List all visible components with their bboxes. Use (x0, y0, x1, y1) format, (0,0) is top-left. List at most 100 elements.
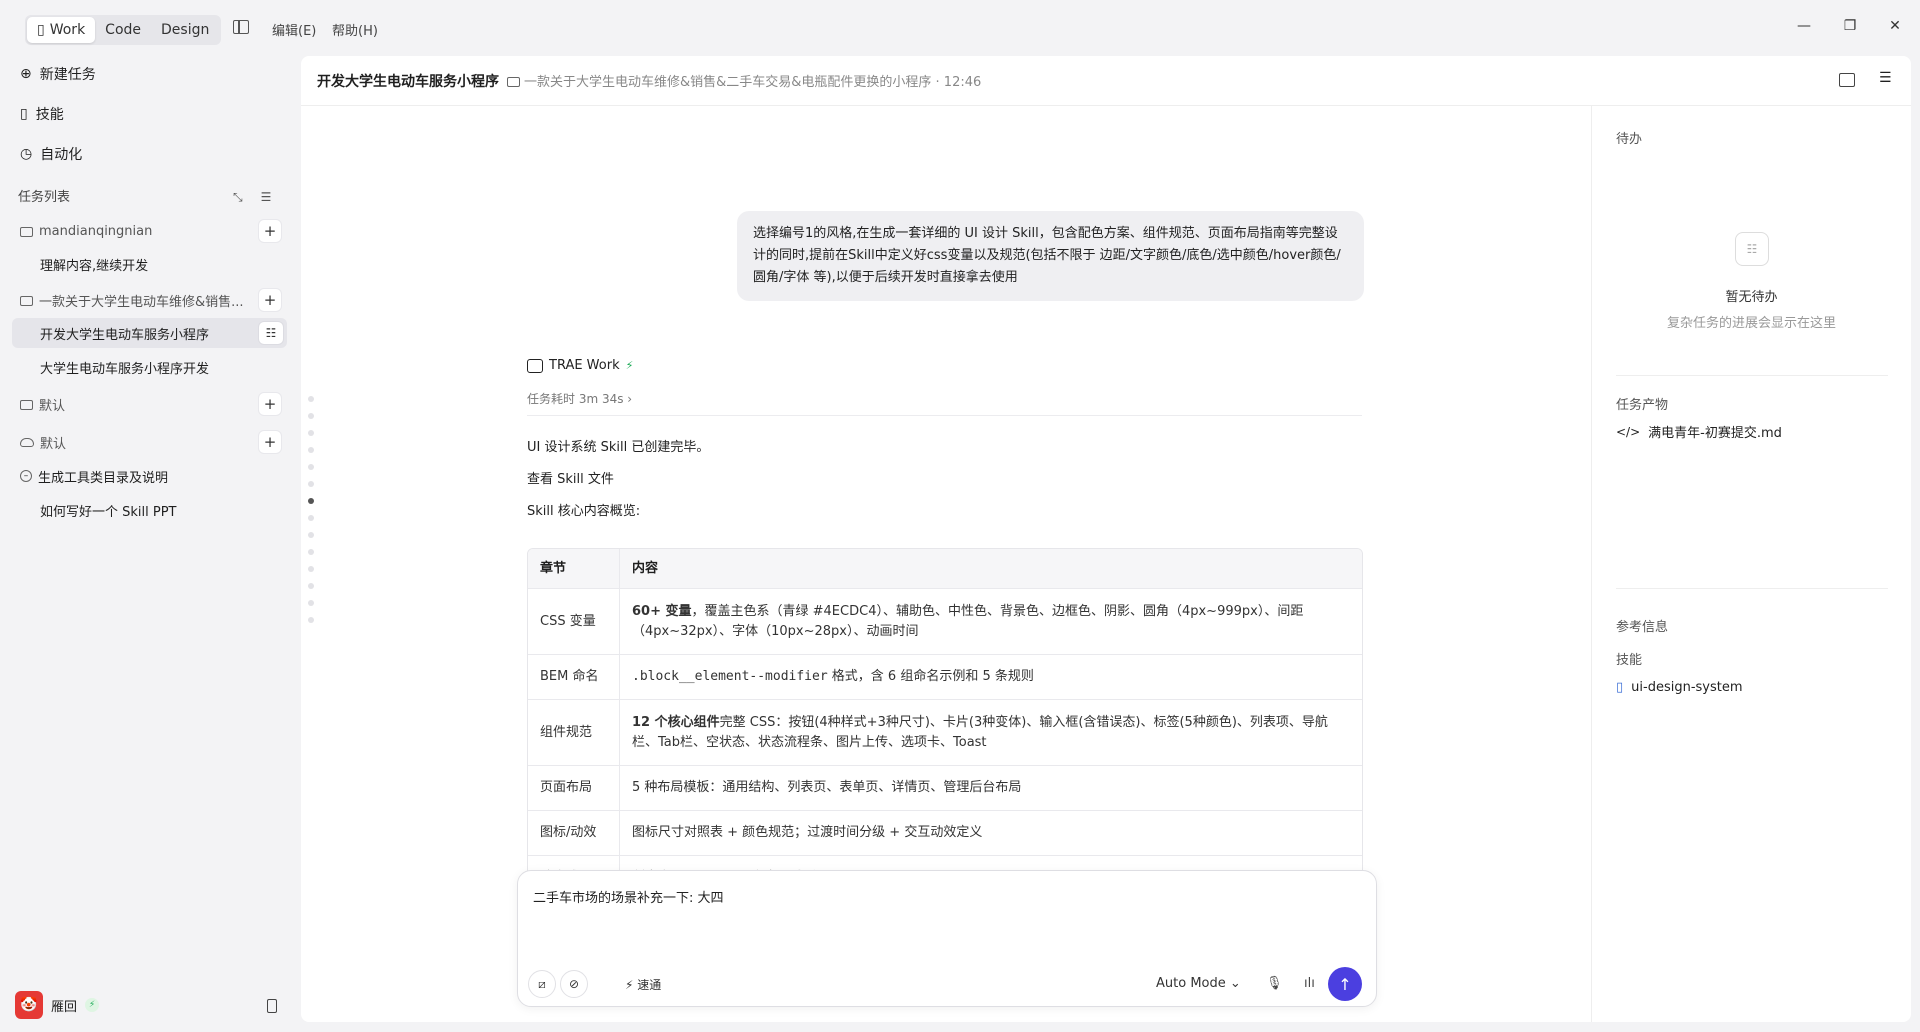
task-item[interactable]: 大学生电动车服务小程序开发 (12, 352, 287, 382)
book-icon: ▯ (1616, 680, 1624, 695)
mobile-icon[interactable] (267, 999, 277, 1013)
mode-code-label: Code (105, 22, 142, 38)
group-mandianqingnian[interactable]: mandianqingnian + (12, 216, 287, 246)
voice-wave-icon[interactable]: ılı (1304, 976, 1315, 991)
terminal-icon[interactable] (1839, 73, 1855, 87)
cloud-icon (20, 437, 34, 447)
view-skill-link[interactable]: 查看 Skill 文件 (527, 468, 614, 487)
cell-bold: 12 个核心组件 (632, 714, 720, 730)
cell-content: .block__element--modifier 格式，含 6 组命名示例和 … (620, 655, 1362, 700)
scroll-dot[interactable] (308, 396, 314, 402)
scroll-dot[interactable] (308, 447, 314, 453)
empty-title: 暂无待办 (1725, 290, 1778, 305)
mode-design-button[interactable]: Design (151, 17, 219, 43)
cell-content: 5 种布局模板：通用结构、列表页、表单页、详情页、管理后台布局 (620, 766, 1362, 811)
menu-edit[interactable]: 编辑(E) (272, 20, 316, 39)
scroll-dot[interactable] (308, 600, 314, 606)
cell-section: 组件规范 (528, 700, 620, 766)
skill-link[interactable]: ▯ ui-design-system (1616, 680, 1743, 695)
message-composer: 二手车市场的场景补充一下: 大四 ⧄ ⊘ ⚡ 速通 Auto Mode ⌄ 🎙 … (517, 870, 1377, 1007)
divider (1616, 588, 1888, 589)
table-header-row: 章节 内容 (528, 549, 1362, 589)
auto-mode-select[interactable]: Auto Mode ⌄ (1156, 976, 1241, 991)
nav-skills[interactable]: ▯ 技能 (20, 104, 64, 124)
group-ebike[interactable]: 一款关于大学生电动车维修&销售... + (12, 285, 287, 315)
agent-name: TRAE Work (549, 358, 620, 373)
table-row: 图标/动效 图标尺寸对照表 + 颜色规范；过渡时间分级 + 交互动效定义 (528, 811, 1362, 856)
task-item-selected[interactable]: 开发大学生电动车服务小程序 ☷ (12, 318, 287, 348)
add-task-button[interactable]: + (259, 393, 281, 415)
task-header: 开发大学生电动车服务小程序 一款关于大学生电动车维修&销售&二手车交易&电瓶配件… (301, 56, 1911, 106)
title-bar: ▯ Work Code Design 编辑(E) 帮助(H) — ❐ ✕ (0, 0, 1920, 56)
panel-list-icon[interactable]: ☰ (1879, 70, 1895, 86)
slash-command-icon[interactable]: ⧄ (528, 970, 556, 998)
filter-icon[interactable]: ☰ (261, 190, 272, 205)
nav-automation[interactable]: ◷ 自动化 (20, 144, 82, 164)
task-item[interactable]: – 生成工具类目录及说明 (12, 461, 287, 491)
bolt-icon: ⚡ (85, 998, 100, 1012)
close-icon[interactable]: ✕ (1885, 16, 1905, 36)
artifact-file-link[interactable]: </> 满电青年-初赛提交.md (1616, 422, 1782, 442)
scroll-dot[interactable] (308, 481, 314, 487)
minimize-icon[interactable]: — (1794, 16, 1814, 36)
col-header-content: 内容 (620, 549, 1362, 589)
task-item[interactable]: 理解内容,继续开发 (12, 249, 287, 279)
add-task-button[interactable]: + (259, 220, 281, 242)
user-profile[interactable]: 🤡 雁回 ⚡ (15, 991, 100, 1019)
group-label: 一款关于大学生电动车维修&销售... (39, 294, 244, 310)
menu-help[interactable]: 帮助(H) (332, 20, 378, 39)
scroll-dot[interactable] (308, 430, 314, 436)
group-default-1[interactable]: 默认 + (12, 389, 287, 419)
scroll-dot[interactable] (308, 413, 314, 419)
mode-work-button[interactable]: ▯ Work (27, 17, 96, 43)
task-item[interactable]: 如何写好一个 Skill PPT (12, 495, 287, 525)
speed-mode-button[interactable]: ⚡ 速通 (625, 976, 661, 993)
task-subtitle-text: 一款关于大学生电动车维修&销售&二手车交易&电瓶配件更换的小程序 · 12:46 (524, 75, 982, 90)
trae-logo-icon (527, 358, 543, 373)
scroll-dot[interactable] (308, 532, 314, 538)
chat-area: 选择编号1的风格,在生成一套详细的 UI 设计 Skill，包含配色方案、组件规… (301, 106, 1591, 906)
attach-icon[interactable]: ⊘ (560, 970, 588, 998)
group-label: mandianqingnian (39, 223, 153, 239)
mode-work-label: Work (49, 22, 86, 38)
cell-content: 12 个核心组件完整 CSS：按钮(4种样式+3种尺寸)、卡片(3种变体)、输入… (620, 700, 1362, 766)
nav-new-task-label: 新建任务 (39, 67, 96, 83)
task-duration[interactable]: 任务耗时 3m 34s › (527, 390, 632, 407)
send-button[interactable]: ↑ (1328, 967, 1362, 1001)
microphone-icon[interactable]: 🎙 (1266, 976, 1283, 991)
restore-icon[interactable]: ❐ (1840, 16, 1860, 36)
add-task-button[interactable]: + (259, 289, 281, 311)
group-default-2[interactable]: 默认 + (12, 427, 287, 457)
task-item-label: 理解内容,继续开发 (40, 258, 149, 274)
nav-new-task[interactable]: ⊕ 新建任务 (20, 64, 96, 84)
scroll-dot[interactable] (308, 583, 314, 589)
cell-bold: 60+ 变量 (632, 603, 692, 619)
reply-line-3: Skill 核心内容概览: (527, 504, 641, 519)
scroll-indicator[interactable] (308, 396, 314, 623)
collapse-icon[interactable]: ⤡ (233, 190, 243, 205)
book-icon: ▯ (37, 22, 45, 38)
add-task-button[interactable]: + (259, 431, 281, 453)
mode-code-button[interactable]: Code (95, 17, 151, 43)
scroll-dot[interactable] (308, 464, 314, 470)
message-input[interactable]: 二手车市场的场景补充一下: 大四 (533, 887, 724, 906)
user-name: 雁回 (51, 999, 78, 1015)
empty-subtitle: 复杂任务的进展会显示在这里 (1666, 316, 1836, 331)
scroll-dot[interactable] (308, 549, 314, 555)
scroll-dot[interactable] (308, 515, 314, 521)
scroll-dot[interactable] (308, 566, 314, 572)
scroll-dot-active[interactable] (308, 498, 314, 504)
nav-skills-label: 技能 (35, 107, 64, 123)
table-row: BEM 命名 .block__element--modifier 格式，含 6 … (528, 655, 1362, 700)
sidebar-toggle-icon[interactable] (233, 20, 249, 34)
scroll-dot[interactable] (308, 617, 314, 623)
table-row: 组件规范 12 个核心组件完整 CSS：按钮(4种样式+3种尺寸)、卡片(3种变… (528, 700, 1362, 766)
code-icon: </> (1616, 424, 1641, 439)
task-item-label: 开发大学生电动车服务小程序 (40, 327, 210, 343)
task-item-label: 大学生电动车服务小程序开发 (40, 361, 210, 377)
arrow-up-icon: ↑ (1338, 974, 1352, 994)
agent-header: TRAE Work ⚡ (527, 358, 633, 373)
task-detail-icon[interactable]: ☷ (259, 322, 283, 344)
artifact-file-name: 满电青年-初赛提交.md (1648, 426, 1782, 441)
user-message: 选择编号1的风格,在生成一套详细的 UI 设计 Skill，包含配色方案、组件规… (737, 211, 1364, 301)
